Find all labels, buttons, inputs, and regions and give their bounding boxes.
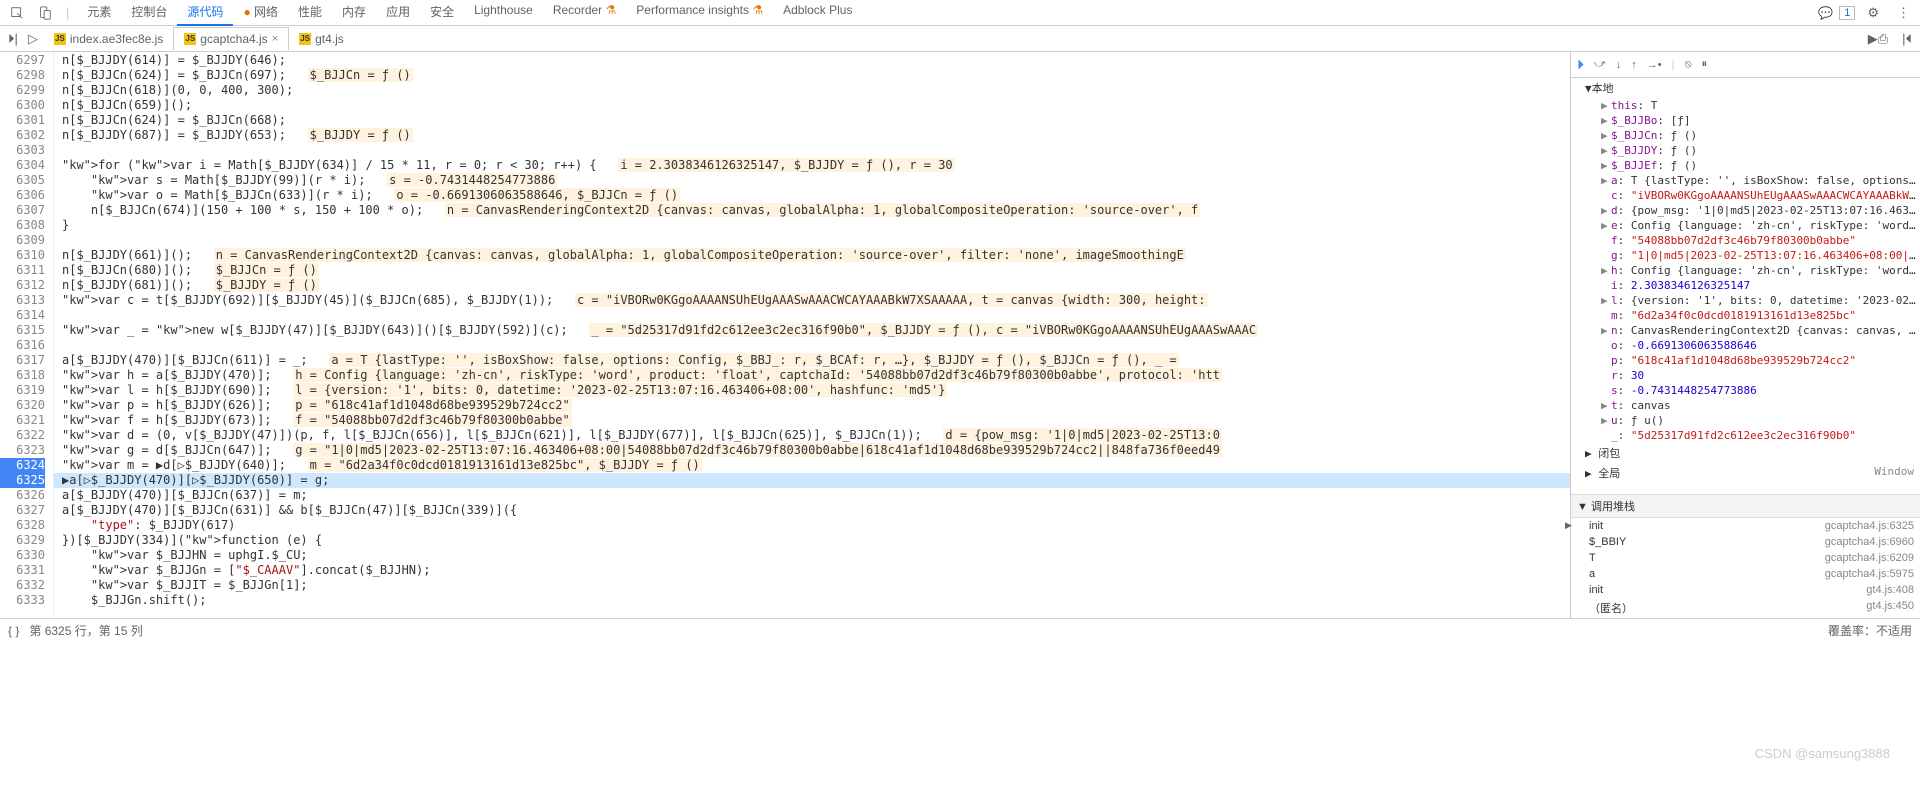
scope-var-$_BJJBo[interactable]: ▶$_BJJBo: [ƒ] xyxy=(1571,113,1920,128)
js-icon: JS xyxy=(54,33,66,45)
scope-var-o[interactable]: o: -0.6691306063588646 xyxy=(1571,338,1920,353)
tab-安全[interactable]: 安全 xyxy=(420,0,464,26)
close-icon[interactable]: × xyxy=(272,33,278,45)
scope-var-t[interactable]: ▶t: canvas xyxy=(1571,398,1920,413)
tab-元素[interactable]: 元素 xyxy=(77,0,121,26)
resume-button[interactable]: ⏵ xyxy=(1577,56,1584,73)
tab-adblock-plus[interactable]: Adblock Plus xyxy=(773,0,862,26)
devtools-toolbar: | 元素控制台源代码● 网络性能内存应用安全LighthouseRecorder… xyxy=(0,0,1920,26)
scope-var-g[interactable]: g: "1|0|md5|2023-02-25T13:07:16.463406+0… xyxy=(1571,248,1920,263)
tab-源代码[interactable]: 源代码 xyxy=(177,0,233,26)
messages-count[interactable]: 1 xyxy=(1839,6,1855,20)
stack-frame[interactable]: $_BBIYgcaptcha4.js:6960 xyxy=(1571,534,1920,550)
callstack-header[interactable]: ▼ 调用堆栈 xyxy=(1571,494,1920,518)
code-editor[interactable]: n[$_BJJDY(614)] = $_BJJDY(646);n[$_BJJCn… xyxy=(54,52,1570,618)
step-into-icon[interactable]: ↓ xyxy=(1616,59,1622,71)
js-icon: JS xyxy=(299,33,311,45)
deactivate-bp-icon[interactable]: ⦸ xyxy=(1684,58,1691,71)
scope-local-header[interactable]: ▼本地 xyxy=(1571,78,1920,98)
nav-toggle-icon[interactable]: ⏵| xyxy=(4,31,22,47)
main-area: 6297629862996300630163026303630463056306… xyxy=(0,52,1920,618)
scope-var-$_BJJCn[interactable]: ▶$_BJJCn: ƒ () xyxy=(1571,128,1920,143)
scope-var-l[interactable]: ▶l: {version: '1', bits: 0, datetime: '2… xyxy=(1571,293,1920,308)
line-gutter[interactable]: 6297629862996300630163026303630463056306… xyxy=(0,52,54,618)
tab-lighthouse[interactable]: Lighthouse xyxy=(464,0,543,26)
tab-performance-insights[interactable]: Performance insights ⚗ xyxy=(626,0,773,26)
callstack-panel[interactable]: initgcaptcha4.js:6325$_BBIYgcaptcha4.js:… xyxy=(1571,518,1920,618)
scope-var-m[interactable]: m: "6d2a34f0c0dcd0181913161d13e825bc" xyxy=(1571,308,1920,323)
cursor-position: 第 6325 行，第 15 列 xyxy=(29,622,142,639)
step-out-icon[interactable]: ↑ xyxy=(1631,59,1637,71)
resume-icon[interactable]: ▷ xyxy=(24,31,42,47)
js-icon: JS xyxy=(184,33,196,45)
file-tabs-bar: ⏵| ▷ JSindex.ae3fec8e.jsJSgcaptcha4.js×J… xyxy=(0,26,1920,52)
scope-panel[interactable]: ▼本地 ▶this: T▶$_BJJBo: [ƒ]▶$_BJJCn: ƒ ()▶… xyxy=(1571,78,1920,494)
pause-exc-icon[interactable]: ⏸ xyxy=(1702,58,1708,71)
tab-控制台[interactable]: 控制台 xyxy=(121,0,177,26)
stack-frame[interactable]: Tgcaptcha4.js:6209 xyxy=(1571,550,1920,566)
file-tab-index.ae3fec8e.js[interactable]: JSindex.ae3fec8e.js xyxy=(44,27,173,50)
tab-内存[interactable]: 内存 xyxy=(332,0,376,26)
scope-var-r[interactable]: r: 30 xyxy=(1571,368,1920,383)
stack-frame[interactable]: （匿名）gt4.js:450 xyxy=(1571,598,1920,618)
tab-应用[interactable]: 应用 xyxy=(376,0,420,26)
status-bar: { } 第 6325 行，第 15 列 覆盖率：不适用 xyxy=(0,618,1920,642)
scope-var-n[interactable]: ▶n: CanvasRenderingContext2D {canvas: ca… xyxy=(1571,323,1920,338)
scope-var-i[interactable]: i: 2.3038346126325147 xyxy=(1571,278,1920,293)
file-tab-gcaptcha4.js[interactable]: JSgcaptcha4.js× xyxy=(173,27,289,50)
step-icon[interactable]: →• xyxy=(1647,59,1662,71)
stack-frame[interactable]: agcaptcha4.js:5975 xyxy=(1571,566,1920,582)
scope-var-c[interactable]: c: "iVBORw0KGgoAAAANSUhEUgAAASwAAACWCAYA… xyxy=(1571,188,1920,203)
debugger-controls: ⏵ ⤻ ↓ ↑ →• | ⦸ ⏸ xyxy=(1571,52,1920,78)
scope-var-u[interactable]: ▶u: ƒ u() xyxy=(1571,413,1920,428)
scope-var-this[interactable]: ▶this: T xyxy=(1571,98,1920,113)
file-tab-gt4.js[interactable]: JSgt4.js xyxy=(289,27,354,50)
debugger-sidebar: ⏵ ⤻ ↓ ↑ →• | ⦸ ⏸ ▼本地 ▶this: T▶$_BJJBo: [… xyxy=(1570,52,1920,618)
inspect-icon[interactable] xyxy=(4,3,30,23)
tab-网络[interactable]: ● 网络 xyxy=(233,0,288,26)
scope-global[interactable]: ▶ 全局Window xyxy=(1571,463,1920,483)
scope-var-a[interactable]: ▶a: T {lastType: '', isBoxShow: false, o… xyxy=(1571,173,1920,188)
scope-var-s[interactable]: s: -0.7431448254773886 xyxy=(1571,383,1920,398)
scope-var-$_BJJDY[interactable]: ▶$_BJJDY: ƒ () xyxy=(1571,143,1920,158)
stack-frame[interactable]: initgcaptcha4.js:6325 xyxy=(1571,518,1920,534)
screencast-icon[interactable]: ▶⎙ xyxy=(1864,31,1892,47)
scope-var-f[interactable]: f: "54088bb07d2df3c46b79f80300b0abbe" xyxy=(1571,233,1920,248)
tab-recorder[interactable]: Recorder ⚗ xyxy=(543,0,626,26)
scope-var-e[interactable]: ▶e: Config {language: 'zh-cn', riskType:… xyxy=(1571,218,1920,233)
watermark: CSDN @samsung3888 xyxy=(1755,746,1890,761)
scope-closure[interactable]: ▶ 闭包 xyxy=(1571,443,1920,463)
sidebar-toggle-icon[interactable]: |⏴ xyxy=(1898,31,1916,47)
scope-var-h[interactable]: ▶h: Config {language: 'zh-cn', riskType:… xyxy=(1571,263,1920,278)
more-icon[interactable]: ⋮ xyxy=(1891,3,1916,23)
stack-frame[interactable]: initgt4.js:408 xyxy=(1571,582,1920,598)
scope-var-d[interactable]: ▶d: {pow_msg: '1|0|md5|2023-02-25T13:07:… xyxy=(1571,203,1920,218)
format-icon[interactable]: { } xyxy=(8,624,19,638)
coverage-status: 覆盖率：不适用 xyxy=(1828,622,1912,639)
device-icon[interactable] xyxy=(32,3,58,23)
scope-var-$_BJJEf[interactable]: ▶$_BJJEf: ƒ () xyxy=(1571,158,1920,173)
messages-icon[interactable]: 💬 xyxy=(1818,6,1833,20)
scope-var-p[interactable]: p: "618c41af1d1048d68be939529b724cc2" xyxy=(1571,353,1920,368)
tab-性能[interactable]: 性能 xyxy=(288,0,332,26)
scope-var-_[interactable]: _: "5d25317d91fd2c612ee3c2ec316f90b0" xyxy=(1571,428,1920,443)
settings-icon[interactable]: ⚙ xyxy=(1861,3,1885,23)
step-over-icon[interactable]: ⤻ xyxy=(1594,58,1606,71)
